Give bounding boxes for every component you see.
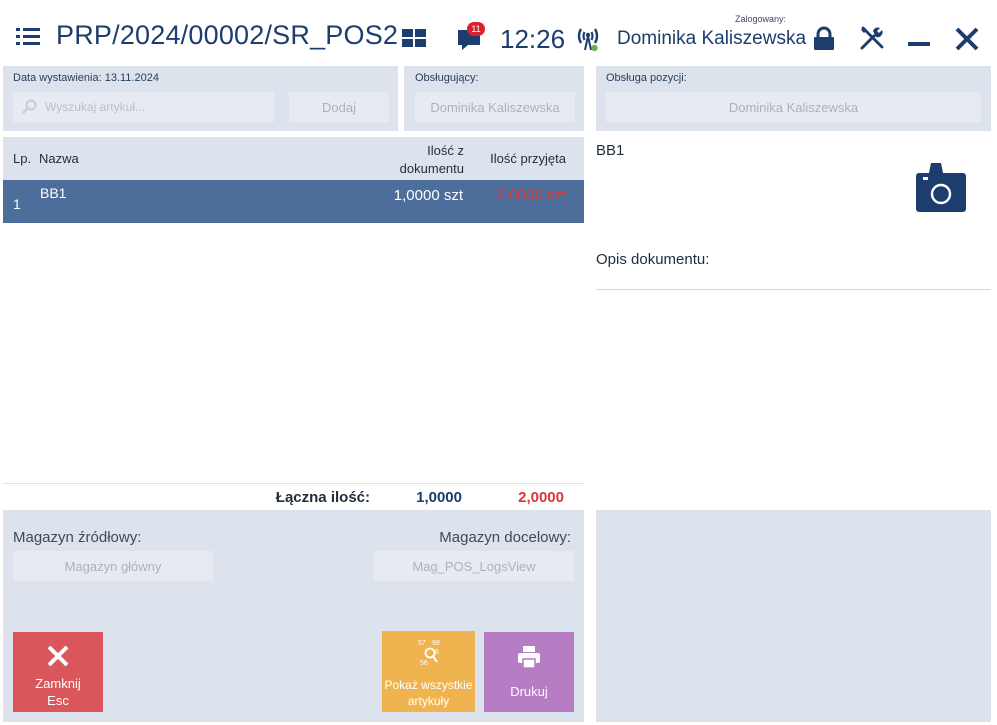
target-warehouse-field[interactable]: Mag_POS_LogsView [374,551,574,581]
header-qty-received: Ilość przyjęta [490,151,566,166]
logged-in-label: Zalogowany: [735,14,787,24]
header-qty-doc-1: Ilość z [427,143,464,158]
search-icon [22,99,37,114]
grid-icon[interactable] [402,29,427,48]
totals-divider [3,483,584,484]
menu-icon[interactable] [16,28,40,48]
item-name: BB1 [596,142,625,159]
printer-icon [518,646,540,669]
description-divider [596,289,991,290]
row-qty-received: 2,0000 szt [496,187,566,204]
close-shortcut: Esc [47,693,69,708]
header-name: Nazwa [39,151,79,166]
add-button[interactable]: Dodaj [289,92,389,122]
source-warehouse-label: Magazyn źródłowy: [13,529,142,546]
totals-label: Łączna ilość: [275,489,370,506]
document-title: PRP/2024/00002/SR_POS2 [56,20,399,50]
doc-description-label: Opis dokumentu: [596,251,710,268]
barcode-search-icon: 57 98 6 56 [418,640,440,667]
search-input[interactable]: Wyszukaj artykuł... [13,92,274,122]
position-handler-label: Obsługa pozycji: [606,72,687,84]
handler-label: Obsługujący: [415,72,479,84]
position-handler-field[interactable]: Dominika Kaliszewska [606,92,981,122]
totals-qty-received: 2,0000 [518,489,564,506]
issue-date-label: Data wystawienia: 13.11.2024 [13,72,159,84]
close-x-icon [47,645,69,667]
print-button[interactable]: Drukuj [484,632,574,712]
print-label: Drukuj [510,684,548,699]
show-all-label-1: Pokaż wszystkie [384,678,473,692]
close-icon[interactable] [954,26,980,52]
camera-icon[interactable] [915,161,967,213]
totals-qty-doc: 1,0000 [416,489,462,506]
tools-icon[interactable] [859,25,885,51]
app-header: PRP/2024/00002/SR_POS2 11 12:26 Zalogowa… [0,0,997,66]
user-name: Dominika Kaliszewska [617,28,807,49]
show-all-label-2: artykuły [407,694,450,708]
close-label: Zamknij [35,676,81,691]
clock: 12:26 [500,24,566,54]
row-lp: 1 [13,196,21,212]
target-warehouse-label: Magazyn docelowy: [439,529,571,546]
close-button[interactable]: Zamknij Esc [13,632,103,712]
lock-icon[interactable] [811,26,837,52]
handler-field[interactable]: Dominika Kaliszewska [415,92,575,122]
row-qty-doc: 1,0000 szt [393,187,463,204]
notification-badge: 11 [467,22,485,36]
right-bottom-panel [596,510,991,722]
search-placeholder: Wyszukaj artykuł... [45,100,145,114]
header-qty-doc-2: dokumentu [399,161,464,176]
minimize-icon[interactable] [908,42,930,46]
show-all-items-button[interactable]: 57 98 6 56 Pokaż wszystkie artykuły [382,631,475,712]
antenna-icon [577,28,599,52]
row-name: BB1 [40,185,67,201]
header-lp: Lp. [13,151,32,166]
source-warehouse-field[interactable]: Magazyn główny [13,551,213,581]
